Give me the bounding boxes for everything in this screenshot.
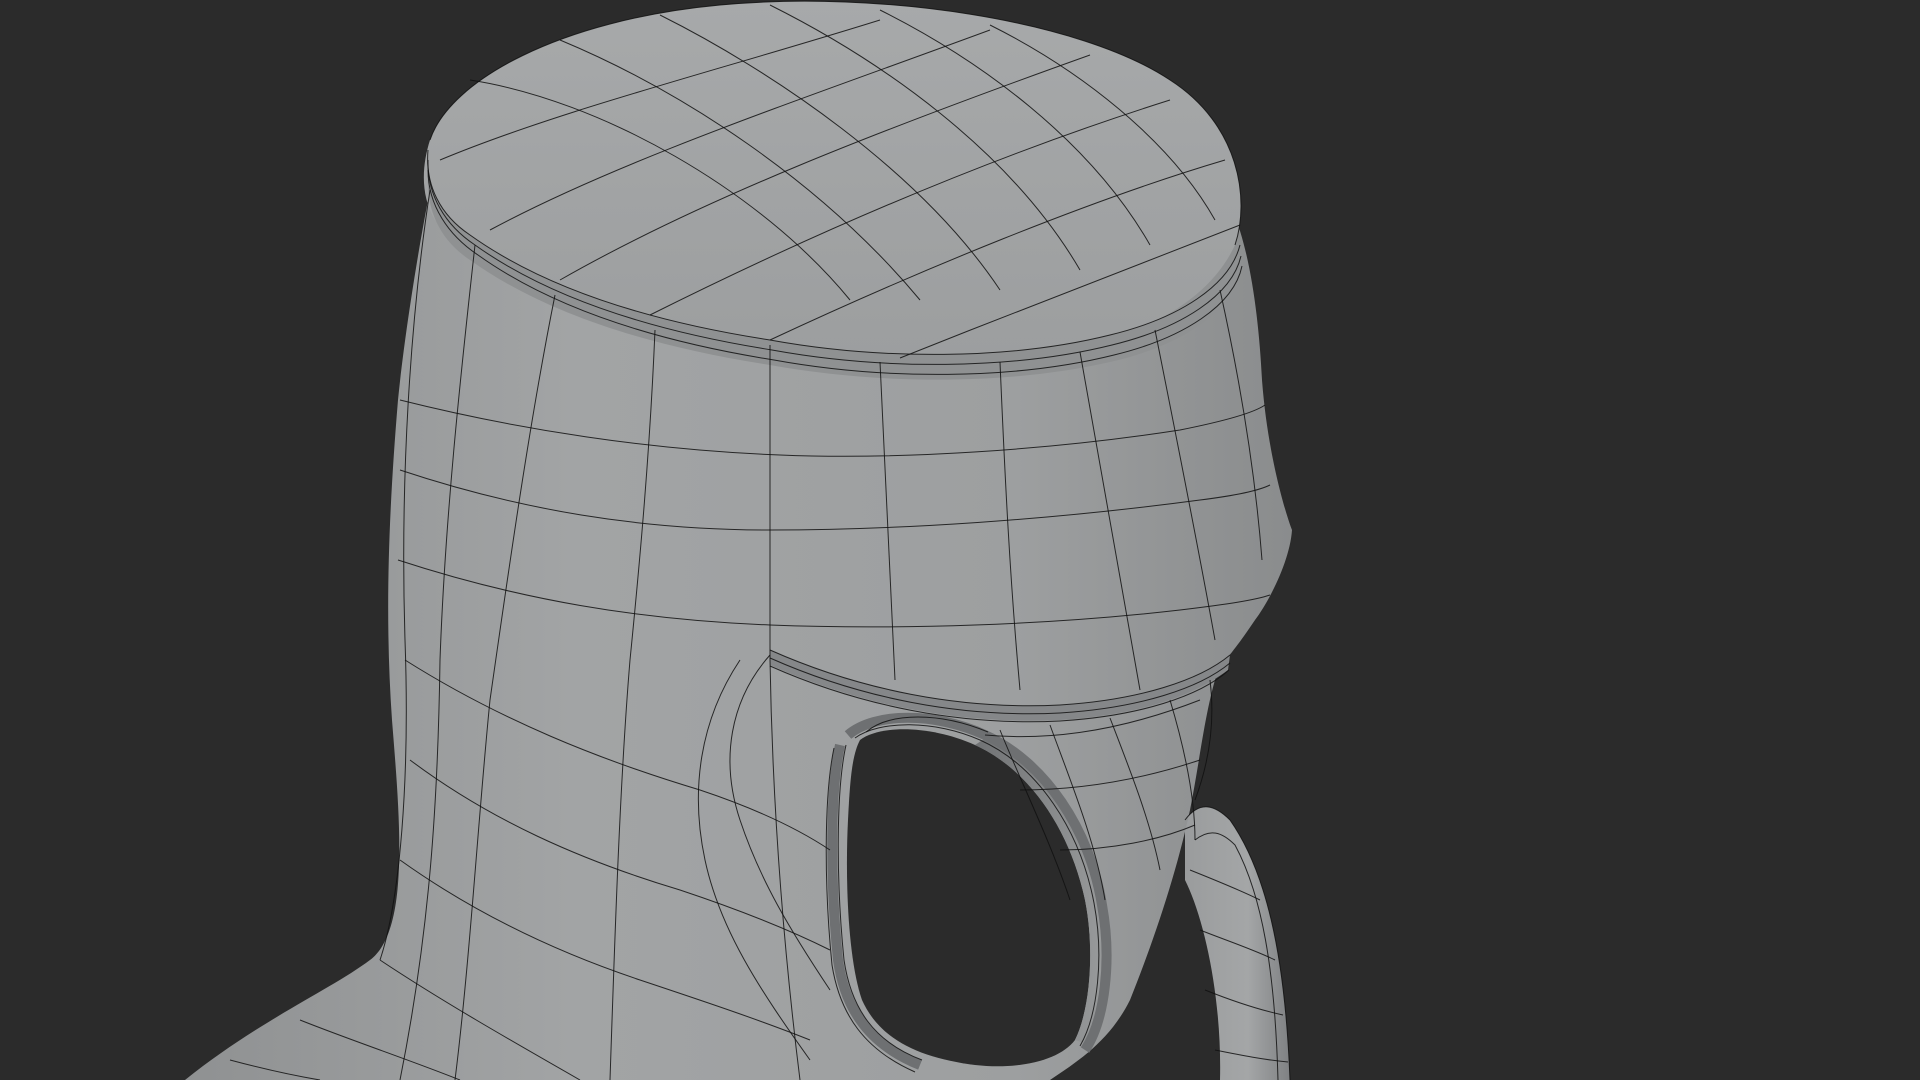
mesh-handle[interactable] xyxy=(1185,806,1290,1080)
viewport-canvas[interactable] xyxy=(0,0,1920,1080)
3d-viewport[interactable] xyxy=(0,0,1920,1080)
